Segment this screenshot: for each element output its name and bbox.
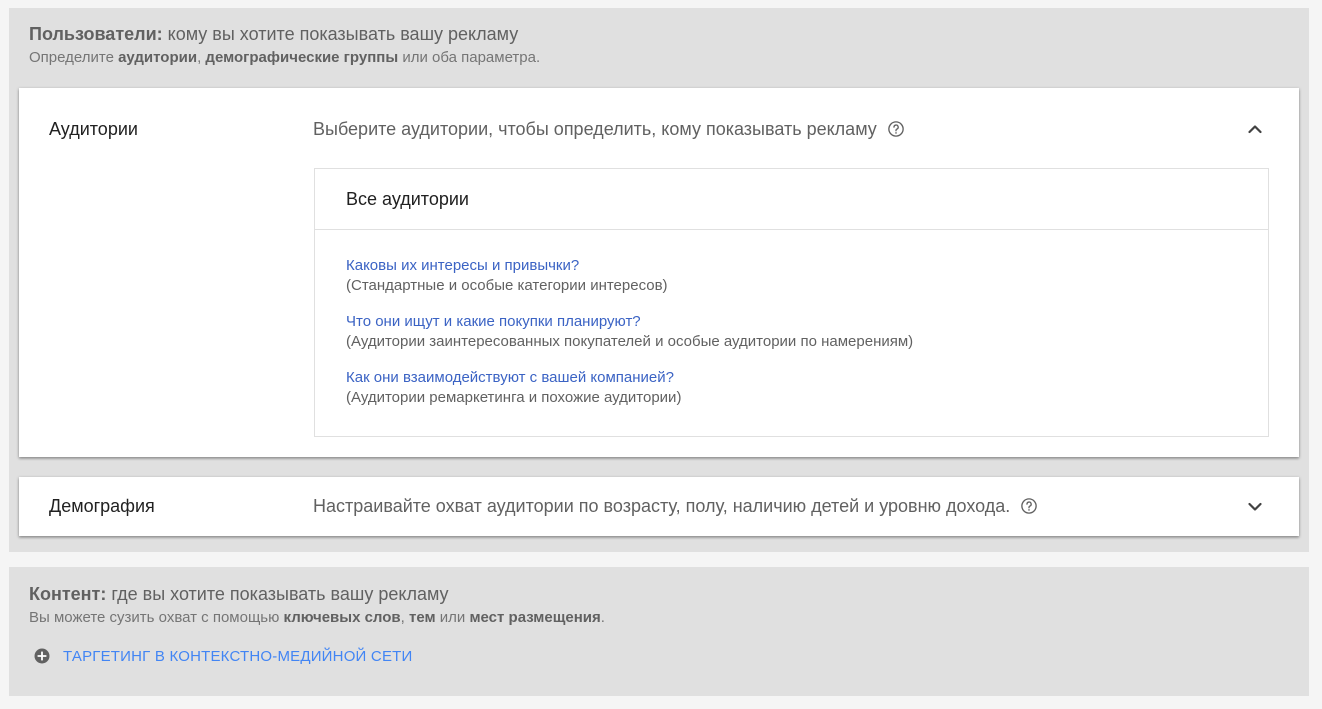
content-section-subtitle: Вы можете сузить охват с помощью ключевы… <box>29 609 605 626</box>
interests-link[interactable]: Каковы их интересы и привычки? <box>346 256 668 276</box>
demography-card[interactable]: Демография Настраивайте охват аудитории … <box>19 477 1299 536</box>
chevron-up-icon[interactable] <box>1247 121 1263 137</box>
demography-description: Настраивайте охват аудитории по возрасту… <box>313 495 1038 517</box>
audiences-card: Аудитории Выберите аудитории, чтобы опре… <box>19 88 1299 457</box>
users-section-subtitle: Определите аудитории, демографические гр… <box>29 49 541 66</box>
help-circle-icon[interactable] <box>887 120 905 138</box>
intent-note: (Аудитории заинтересованных покупателей … <box>346 333 914 350</box>
audiences-label: Аудитории <box>49 119 138 139</box>
content-section-title: Контент: где вы хотите показывать вашу р… <box>29 584 449 604</box>
audience-option-interests: Каковы их интересы и привычки? (Стандарт… <box>346 256 668 296</box>
interests-note: (Стандартные и особые категории интересо… <box>346 277 668 294</box>
intent-link[interactable]: Что они ищут и какие покупки планируют? <box>346 312 913 332</box>
add-circle-icon <box>34 648 50 664</box>
content-section: Контент: где вы хотите показывать вашу р… <box>9 567 1309 696</box>
targeting-label: ТАРГЕТИНГ В КОНТЕКСТНО-МЕДИЙНОЙ СЕТИ <box>63 647 413 665</box>
help-circle-icon[interactable] <box>1020 497 1038 515</box>
all-audiences-title: Все аудитории <box>315 169 1268 230</box>
content-section-header: Контент: где вы хотите показывать вашу р… <box>29 583 605 627</box>
all-audiences-box: Все аудитории Каковы их интересы и привы… <box>314 168 1269 437</box>
users-section: Пользователи: кому вы хотите показывать … <box>9 8 1309 552</box>
audiences-description: Выберите аудитории, чтобы определить, ко… <box>313 118 905 140</box>
chevron-down-icon[interactable] <box>1247 499 1263 515</box>
audience-option-intent: Что они ищут и какие покупки планируют? … <box>346 312 913 352</box>
users-section-title: Пользователи: кому вы хотите показывать … <box>29 24 519 44</box>
audience-option-remarketing: Как они взаимодействуют с вашей компание… <box>346 368 681 408</box>
remarketing-note: (Аудитории ремаркетинга и похожие аудито… <box>346 389 682 406</box>
display-network-targeting-button[interactable]: ТАРГЕТИНГ В КОНТЕКСТНО-МЕДИЙНОЙ СЕТИ <box>33 647 413 665</box>
remarketing-link[interactable]: Как они взаимодействуют с вашей компание… <box>346 368 681 388</box>
users-section-header: Пользователи: кому вы хотите показывать … <box>29 23 540 67</box>
demography-label: Демография <box>49 496 155 516</box>
